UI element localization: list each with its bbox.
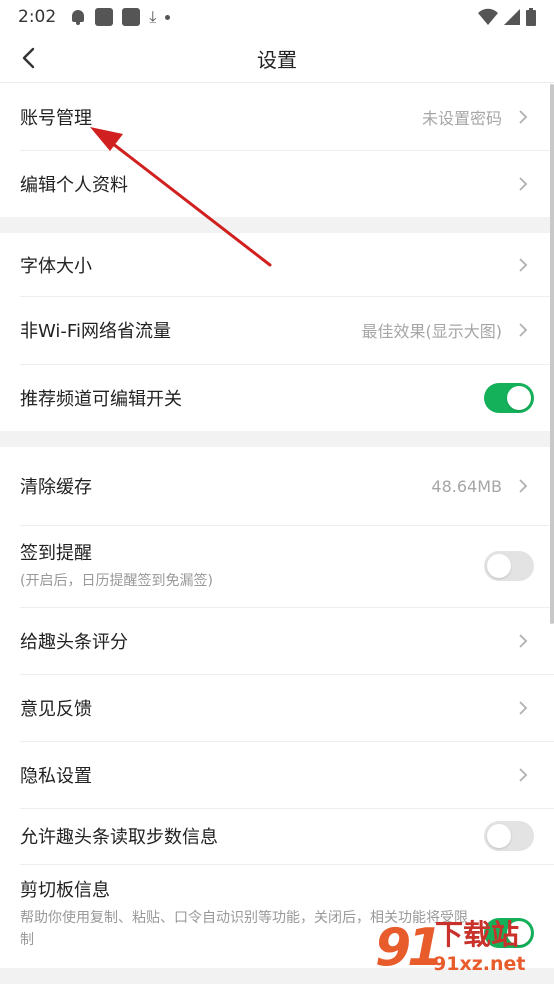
row-value: 最佳效果(显示大图) — [361, 322, 503, 341]
status-bar: 2:02 ⤓ — [0, 0, 554, 34]
toggle-knob — [507, 385, 531, 410]
row-label: 剪切板信息 — [20, 880, 110, 901]
row-label: 给趣头条评分 — [20, 631, 128, 653]
page-title: 设置 — [257, 47, 297, 72]
chevron-right-icon — [512, 697, 534, 719]
step-data-toggle[interactable] — [484, 821, 534, 851]
row-label: 允许趣头条读取步数信息 — [20, 827, 218, 848]
chevron-right-icon — [512, 319, 534, 341]
channel-edit-toggle-row[interactable]: 推荐频道可编辑开关 — [0, 364, 554, 431]
privacy-settings-row[interactable]: 隐私设置 — [0, 741, 554, 808]
row-label: 字体大小 — [20, 255, 92, 277]
feedback-row[interactable]: 意见反馈 — [0, 674, 554, 741]
chevron-right-icon — [512, 106, 534, 128]
general-group: 清除缓存 48.64MB 签到提醒 (开启后，日历提醒签到免漏签) 给趣头条评分… — [0, 447, 554, 968]
row-label: 签到提醒 — [20, 543, 92, 565]
app-notification-icon — [122, 8, 141, 26]
account-group: 账号管理 未设置密码 编辑个人资料 — [0, 83, 554, 217]
row-value: 未设置密码 — [421, 108, 502, 128]
checkin-reminder-row[interactable]: 签到提醒 (开启后，日历提醒签到免漏签) — [0, 525, 554, 607]
watermark-91-logo: 91 — [375, 918, 443, 978]
notification-bell-icon — [70, 9, 86, 25]
row-subtitle: (开启后，日历提醒签到免漏签) — [20, 573, 213, 590]
rate-app-row[interactable]: 给趣头条评分 — [0, 607, 554, 674]
toggle-knob — [487, 554, 511, 578]
back-button[interactable] — [14, 44, 42, 72]
watermark-domain: 91xz.net — [433, 953, 526, 975]
display-group: 字体大小 非Wi-Fi网络省流量 最佳效果(显示大图) 推荐频道可编辑开关 — [0, 233, 554, 431]
top-bar: 设置 — [0, 34, 554, 83]
row-label: 隐私设置 — [20, 765, 92, 787]
data-saver-row[interactable]: 非Wi-Fi网络省流量 最佳效果(显示大图) — [0, 296, 554, 364]
app-notification-icon — [95, 8, 114, 26]
font-size-row[interactable]: 字体大小 — [0, 233, 554, 296]
row-label: 推荐频道可编辑开关 — [20, 388, 182, 410]
wifi-icon — [478, 8, 498, 25]
row-label: 账号管理 — [20, 107, 92, 129]
status-time: 2:02 — [18, 7, 57, 27]
scrollbar[interactable] — [550, 84, 554, 624]
chevron-right-icon — [512, 764, 534, 786]
section-divider — [0, 431, 554, 447]
more-notifications-dot-icon — [165, 14, 171, 20]
chevron-right-icon — [512, 173, 534, 195]
row-label: 清除缓存 — [20, 477, 92, 498]
row-label: 编辑个人资料 — [20, 174, 128, 196]
watermark-logo: 91 下载站 91xz.net — [375, 916, 550, 980]
channel-edit-toggle[interactable] — [484, 382, 534, 413]
chevron-right-icon — [512, 630, 534, 652]
step-data-toggle-row[interactable]: 允许趣头条读取步数信息 — [0, 808, 554, 864]
edit-profile-row[interactable]: 编辑个人资料 — [0, 150, 554, 217]
checkin-reminder-toggle[interactable] — [484, 551, 534, 581]
cellular-signal-icon — [504, 9, 520, 25]
download-icon: ⤓ — [149, 7, 157, 26]
account-management-row[interactable]: 账号管理 未设置密码 — [0, 83, 554, 150]
chevron-right-icon — [512, 475, 534, 497]
toggle-knob — [487, 824, 511, 848]
row-label: 意见反馈 — [20, 698, 92, 720]
chevron-right-icon — [512, 254, 534, 276]
row-label: 非Wi-Fi网络省流量 — [20, 321, 171, 342]
watermark-text: 下载站 — [435, 918, 520, 951]
back-arrow-icon — [22, 47, 35, 69]
section-divider — [0, 217, 554, 233]
row-value: 48.64MB — [431, 476, 502, 496]
battery-icon — [526, 8, 536, 26]
clear-cache-row[interactable]: 清除缓存 48.64MB — [0, 447, 554, 525]
